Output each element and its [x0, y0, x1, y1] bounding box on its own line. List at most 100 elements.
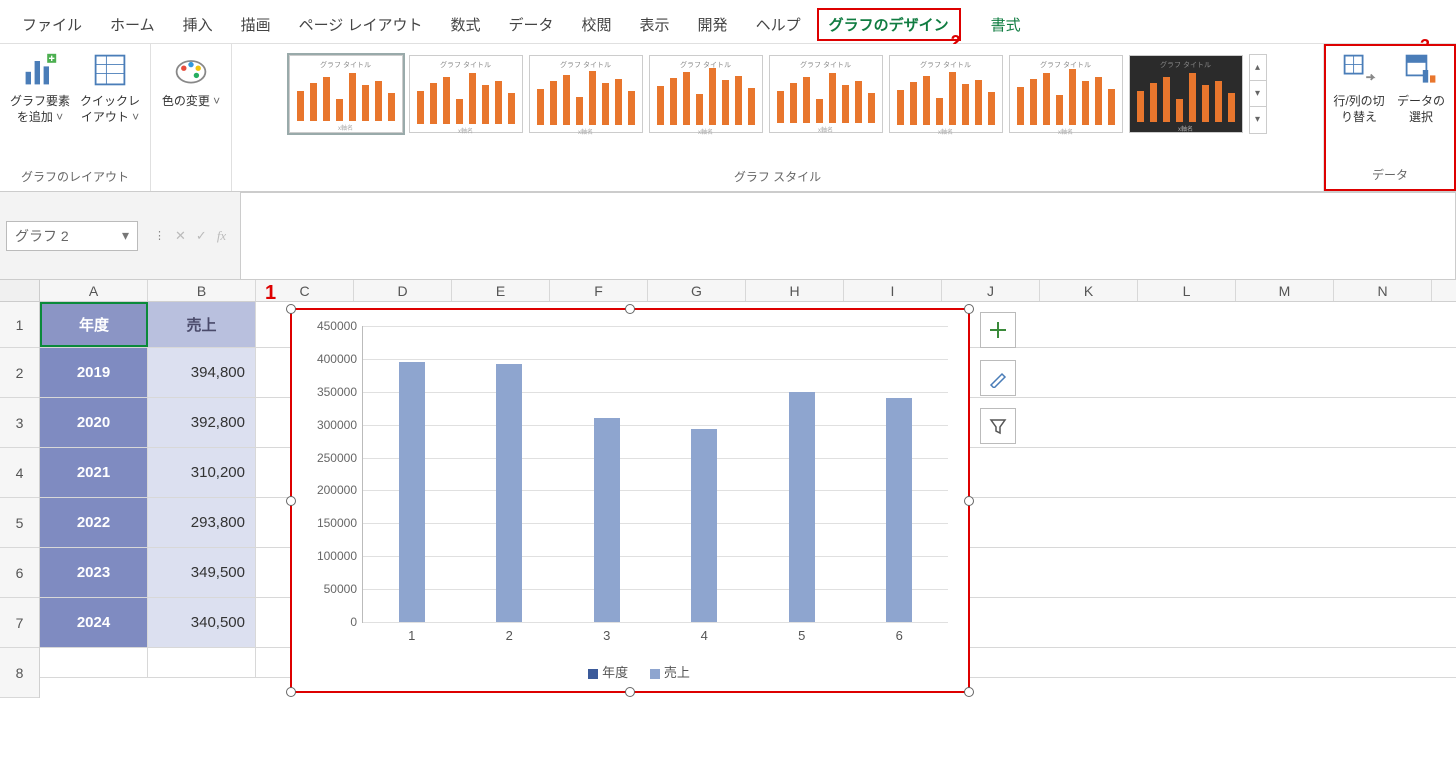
col-header-N[interactable]: N [1334, 280, 1432, 301]
chart-bar[interactable] [886, 398, 912, 622]
switch-row-col-icon [1339, 50, 1379, 90]
column-headers: ABCDEFGHIJKLMN [40, 280, 1456, 302]
cell-B2[interactable]: 394,800 [148, 348, 256, 397]
cell-A7[interactable]: 2024 [40, 598, 148, 647]
confirm-formula-button[interactable]: ✓ [196, 228, 207, 244]
change-colors-button[interactable]: 色の変更 [161, 50, 221, 110]
tab-insert[interactable]: 挿入 [171, 8, 225, 41]
cell-A2[interactable]: 2019 [40, 348, 148, 397]
col-header-F[interactable]: F [550, 280, 648, 301]
fx-icon[interactable]: fx [217, 228, 226, 244]
row-header-3[interactable]: 3 [0, 398, 39, 448]
tab-developer[interactable]: 開発 [686, 8, 740, 41]
col-header-J[interactable]: J [942, 280, 1040, 301]
gallery-scroll-arrows[interactable]: ▴▾▾ [1249, 54, 1267, 134]
chart-style-thumb-2[interactable]: グラフ タイトルx軸名 [409, 55, 523, 133]
cell-A3[interactable]: 2020 [40, 398, 148, 447]
quick-layout-icon [90, 50, 130, 90]
select-data-button[interactable]: データの選択 [1394, 50, 1448, 125]
row-header-5[interactable]: 5 [0, 498, 39, 548]
cell-A4[interactable]: 2021 [40, 448, 148, 497]
row-header-2[interactable]: 2 [0, 348, 39, 398]
group-label-layout: グラフのレイアウト [10, 164, 140, 191]
select-data-icon [1401, 50, 1441, 90]
chart-bar[interactable] [399, 362, 425, 622]
chevron-down-icon: ▾ [122, 227, 129, 244]
chart-styles-button[interactable] [980, 360, 1016, 396]
tab-chart-design[interactable]: グラフのデザイン [817, 8, 961, 41]
name-box[interactable]: グラフ 2▾ [6, 221, 138, 251]
chart-style-thumb-7[interactable]: グラフ タイトルx軸名 [1009, 55, 1123, 133]
col-header-H[interactable]: H [746, 280, 844, 301]
row-header-4[interactable]: 4 [0, 448, 39, 498]
chart-style-thumb-3[interactable]: グラフ タイトルx軸名 [529, 55, 643, 133]
group-data: 行/列の切り替え データの選択 データ [1324, 44, 1456, 191]
tab-draw[interactable]: 描画 [229, 8, 283, 41]
group-label-colors-spacer [161, 167, 221, 191]
col-header-M[interactable]: M [1236, 280, 1334, 301]
x-tick: 2 [506, 628, 513, 643]
tab-page-layout[interactable]: ページ レイアウト [287, 8, 435, 41]
tab-format[interactable]: 書式 [979, 8, 1033, 41]
palette-icon [171, 50, 211, 90]
ribbon-tabs: ファイル ホーム 挿入 描画 ページ レイアウト 数式 データ 校閲 表示 開発… [0, 0, 1456, 44]
col-header-G[interactable]: G [648, 280, 746, 301]
callout-1: 1 [265, 282, 276, 305]
switch-row-col-button[interactable]: 行/列の切り替え [1332, 50, 1386, 125]
tab-formulas[interactable]: 数式 [438, 8, 492, 41]
cell-B4[interactable]: 310,200 [148, 448, 256, 497]
tab-home[interactable]: ホーム [98, 8, 167, 41]
group-chart-layout: グラフ要素を追加 クイックレイアウト グラフのレイアウト [0, 44, 151, 191]
row-header-1[interactable]: 1 [0, 302, 39, 348]
select-all-corner[interactable] [0, 280, 40, 302]
cell-A6[interactable]: 2023 [40, 548, 148, 597]
row-header-6[interactable]: 6 [0, 548, 39, 598]
tab-data[interactable]: データ [497, 8, 566, 41]
cell-B1[interactable]: 売上 [148, 302, 256, 347]
cell-B5[interactable]: 293,800 [148, 498, 256, 547]
cell-B3[interactable]: 392,800 [148, 398, 256, 447]
row-header-7[interactable]: 7 [0, 598, 39, 648]
y-tick: 0 [350, 615, 357, 629]
formula-bar[interactable] [240, 192, 1456, 280]
quick-layout-button[interactable]: クイックレイアウト [80, 50, 140, 125]
col-header-A[interactable]: A [40, 280, 148, 301]
tab-file[interactable]: ファイル [10, 8, 94, 41]
cell-B7[interactable]: 340,500 [148, 598, 256, 647]
chart-bar[interactable] [789, 392, 815, 622]
chart-plot-area: 0500001000001500002000002500003000003500… [362, 326, 948, 623]
row-header-8[interactable]: 8 [0, 648, 39, 698]
col-header-B[interactable]: B [148, 280, 256, 301]
chart-elements-button[interactable] [980, 312, 1016, 348]
row-headers: 12345678 [0, 302, 40, 698]
tab-review[interactable]: 校閲 [570, 8, 624, 41]
chart-bar[interactable] [594, 418, 620, 622]
col-header-E[interactable]: E [452, 280, 550, 301]
cell-B6[interactable]: 349,500 [148, 548, 256, 597]
cancel-formula-button[interactable]: ✕ [175, 228, 186, 244]
embedded-chart[interactable]: 0500001000001500002000002500003000003500… [290, 308, 970, 693]
chart-style-thumb-6[interactable]: グラフ タイトルx軸名 [889, 55, 1003, 133]
col-header-K[interactable]: K [1040, 280, 1138, 301]
chart-style-thumb-4[interactable]: グラフ タイトルx軸名 [649, 55, 763, 133]
group-label-styles: グラフ スタイル [242, 164, 1313, 191]
chart-side-buttons [980, 312, 1016, 444]
cell-A1[interactable]: 年度 [40, 302, 148, 347]
x-tick: 3 [603, 628, 610, 643]
chart-bar[interactable] [496, 364, 522, 622]
y-tick: 150000 [317, 516, 357, 530]
col-header-I[interactable]: I [844, 280, 942, 301]
chart-filters-button[interactable] [980, 408, 1016, 444]
chart-style-thumb-5[interactable]: グラフ タイトルx軸名 [769, 55, 883, 133]
add-chart-element-button[interactable]: グラフ要素を追加 [10, 50, 70, 125]
tab-help[interactable]: ヘルプ [744, 8, 813, 41]
chart-bar[interactable] [691, 429, 717, 622]
formula-bar-row: グラフ 2▾ ⋮ ✕ ✓ fx [0, 192, 1456, 280]
y-tick: 250000 [317, 451, 357, 465]
col-header-L[interactable]: L [1138, 280, 1236, 301]
chart-style-thumb-1[interactable]: グラフ タイトルx軸名 [289, 55, 403, 133]
col-header-D[interactable]: D [354, 280, 452, 301]
chart-style-thumb-8[interactable]: グラフ タイトルx軸名 [1129, 55, 1243, 133]
tab-view[interactable]: 表示 [628, 8, 682, 41]
cell-A5[interactable]: 2022 [40, 498, 148, 547]
